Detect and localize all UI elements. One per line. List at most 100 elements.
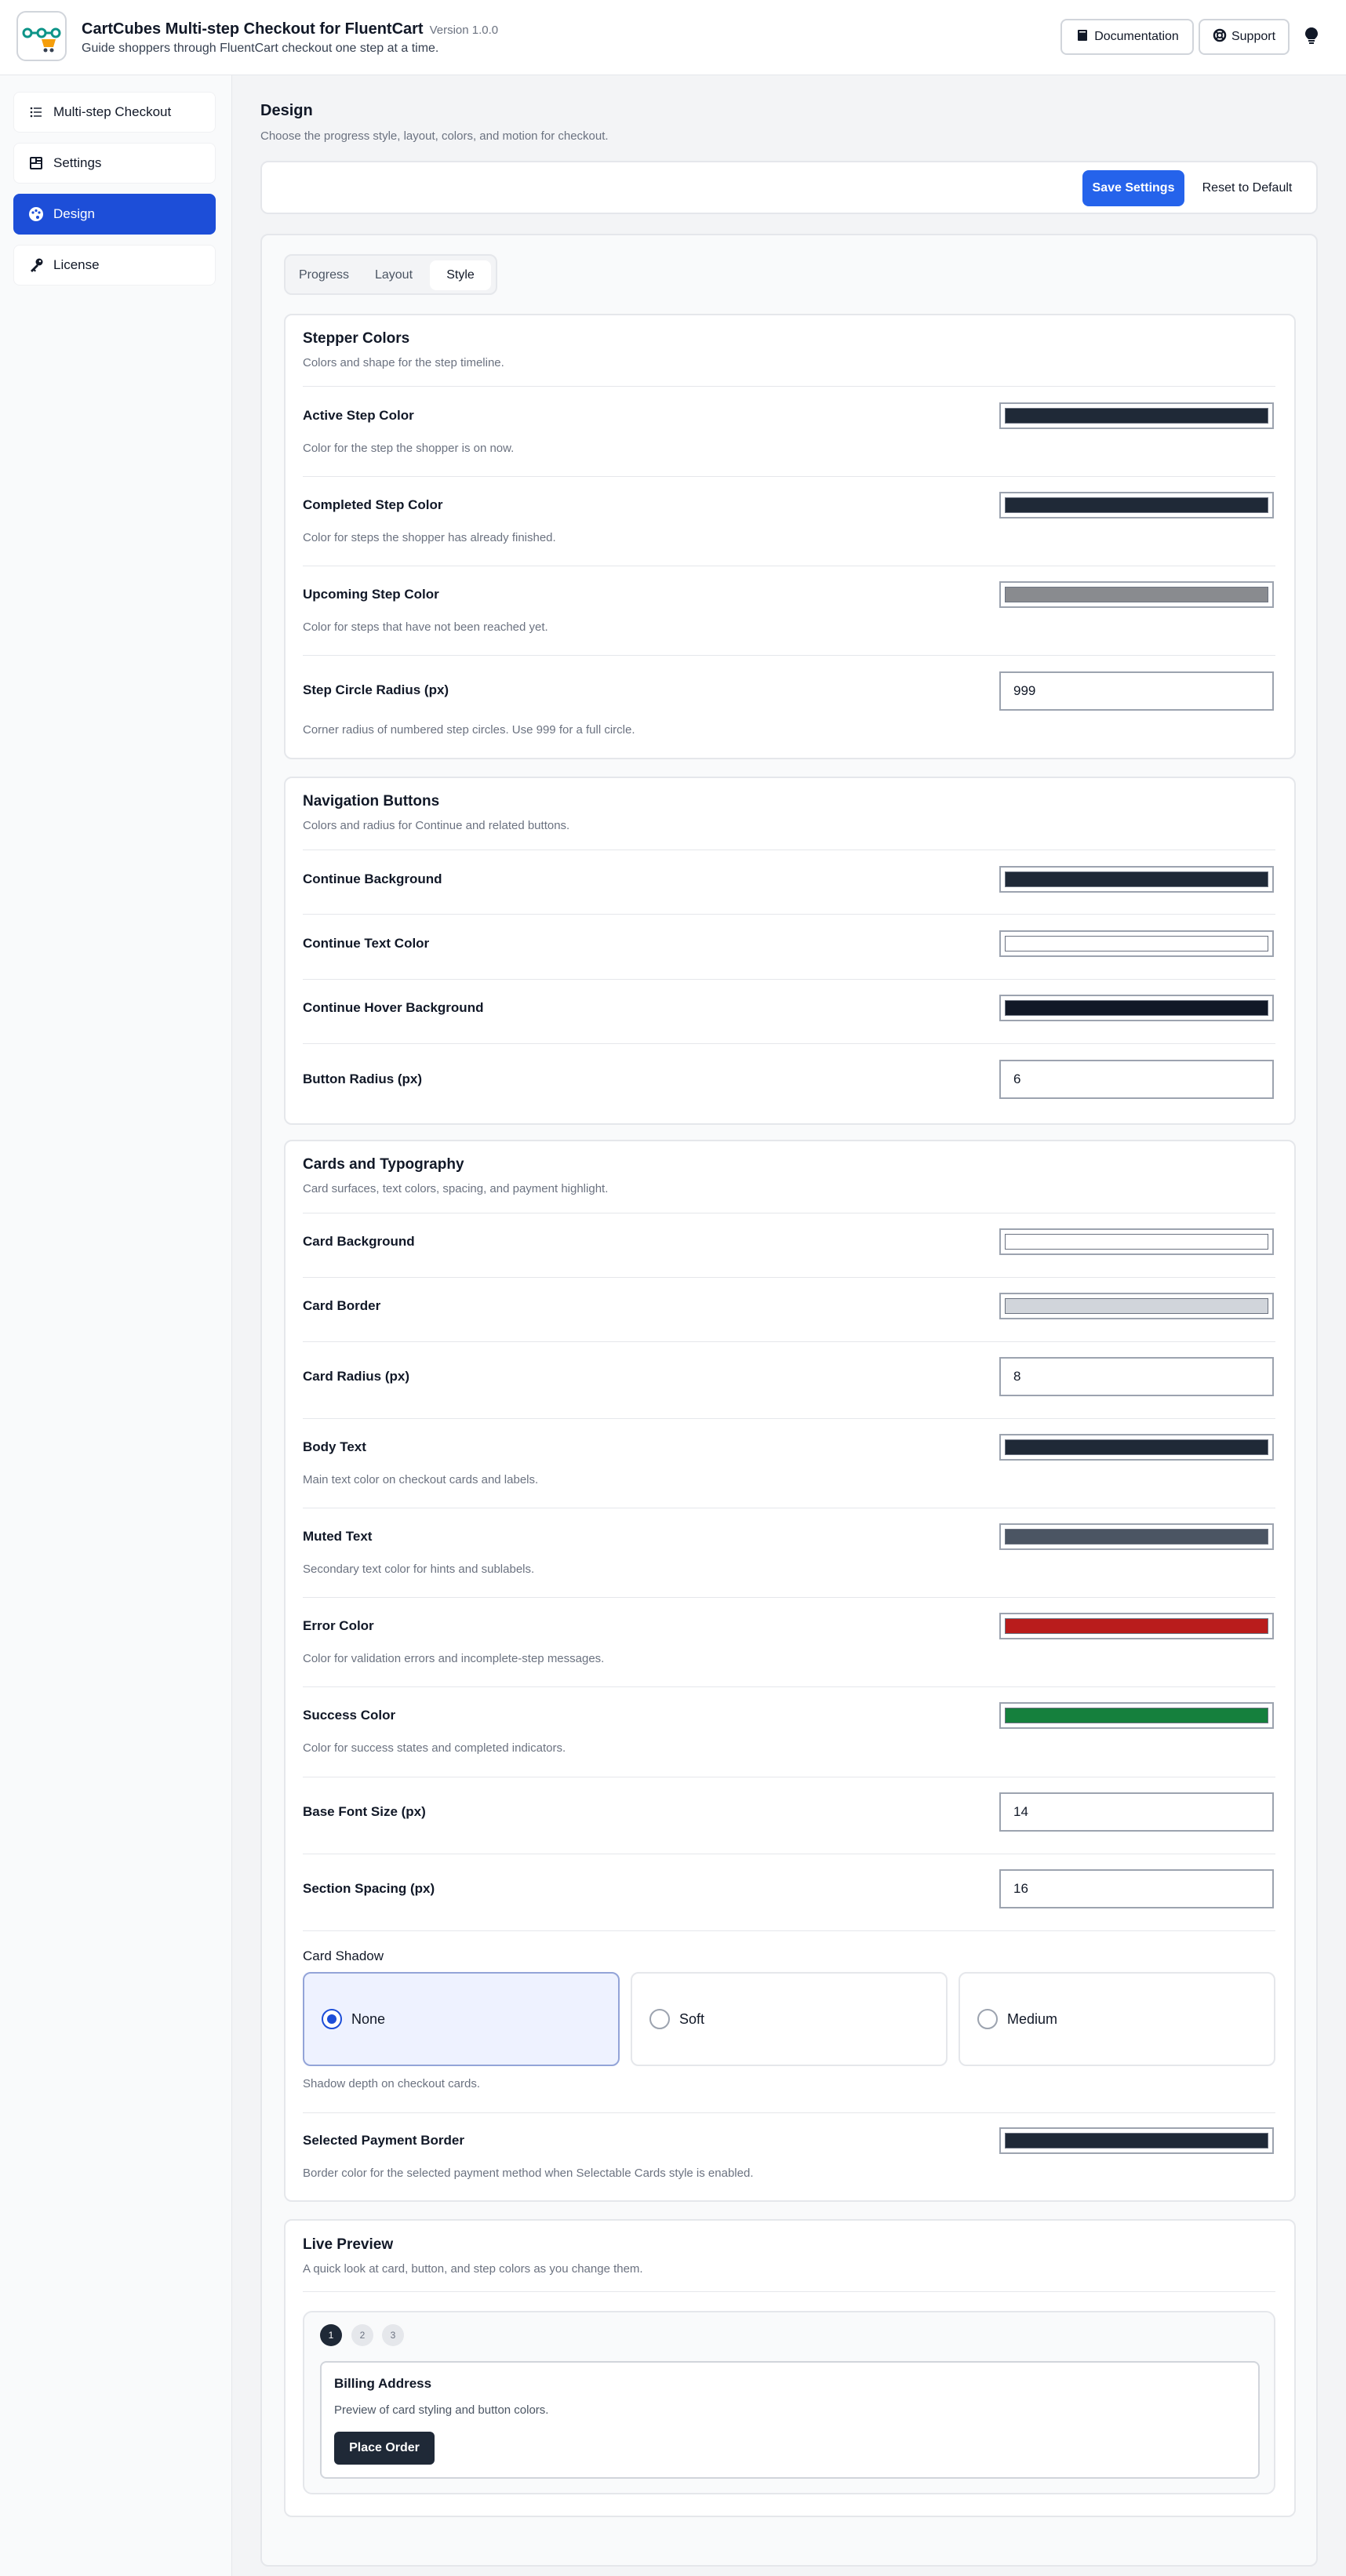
app-title: CartCubes Multi-step Checkout for Fluent…	[82, 20, 499, 38]
support-button[interactable]: Support	[1199, 19, 1290, 55]
shadow-option-medium[interactable]: Medium	[959, 1972, 1275, 2066]
field-label: Card Shadow	[303, 1948, 384, 1963]
radio-button[interactable]	[649, 2009, 670, 2029]
body-text-color-picker[interactable]	[999, 1434, 1274, 1461]
field-label: Base Font Size (px)	[303, 1804, 426, 1819]
divider	[303, 914, 1275, 915]
tab-style[interactable]: Style	[430, 260, 491, 290]
preview-card-subtitle: Preview of card styling and button color…	[334, 2403, 549, 2417]
color-swatch	[1005, 1529, 1268, 1545]
sidebar	[0, 75, 232, 2576]
active-step-color-picker[interactable]	[999, 402, 1274, 429]
tab-layout[interactable]: Layout	[361, 260, 427, 290]
base-font-size-input[interactable]: 14	[999, 1792, 1274, 1832]
continue-text-color-picker[interactable]	[999, 930, 1274, 957]
color-swatch	[1005, 1000, 1268, 1016]
sidebar-item-label: Design	[53, 206, 95, 221]
field-label: Card Radius (px)	[303, 1369, 410, 1384]
preview-card-title: Billing Address	[334, 2376, 432, 2391]
color-swatch	[1005, 1439, 1268, 1455]
page-title: Design	[260, 102, 313, 119]
key-icon	[28, 257, 44, 273]
field-help: Color for the step the shopper is on now…	[303, 442, 515, 455]
dashboard-icon	[28, 155, 44, 171]
section-spacing-input[interactable]: 16	[999, 1869, 1274, 1908]
color-swatch	[1005, 871, 1268, 887]
lightbulb-icon	[1304, 26, 1319, 49]
divider	[303, 1597, 1275, 1598]
divider	[303, 1341, 1275, 1342]
success-color-picker[interactable]	[999, 1702, 1274, 1729]
field-help: Color for steps the shopper has already …	[303, 531, 556, 544]
radio-button[interactable]	[322, 2009, 342, 2029]
divider	[303, 1277, 1275, 1278]
support-label: Support	[1231, 30, 1276, 43]
reset-to-default-button[interactable]: Reset to Default	[1188, 170, 1307, 206]
continue-background-color-picker[interactable]	[999, 866, 1274, 893]
radio-label: Medium	[1007, 2010, 1058, 2027]
divider	[303, 1686, 1275, 1687]
field-label: Muted Text	[303, 1529, 373, 1544]
sidebar-item-design[interactable]: Design	[13, 194, 216, 235]
divider	[303, 1043, 1275, 1044]
card-background-color-picker[interactable]	[999, 1228, 1274, 1255]
field-label: Button Radius (px)	[303, 1072, 423, 1086]
field-help: Color for validation errors and incomple…	[303, 1652, 605, 1665]
field-label: Success Color	[303, 1708, 396, 1723]
field-label: Step Circle Radius (px)	[303, 682, 449, 697]
card-subtitle: Card surfaces, text colors, spacing, and…	[303, 1182, 609, 1195]
radio-label: Soft	[679, 2010, 705, 2027]
step-circle-radius-input[interactable]: 999	[999, 671, 1274, 711]
divider	[303, 1930, 1275, 1931]
divider	[303, 979, 1275, 980]
design-tabs: Progress Layout Style	[284, 254, 497, 295]
lifebuoy-icon	[1213, 28, 1227, 46]
color-swatch	[1005, 1298, 1268, 1314]
selected-payment-border-color-picker[interactable]	[999, 2127, 1274, 2154]
sidebar-item-multi-step-checkout[interactable]: Multi-step Checkout	[13, 92, 216, 133]
shadow-option-soft[interactable]: Soft	[631, 1972, 948, 2066]
theme-toggle-button[interactable]	[1296, 19, 1327, 55]
card-subtitle: Colors and radius for Continue and relat…	[303, 819, 570, 832]
field-label: Card Border	[303, 1298, 381, 1313]
color-swatch	[1005, 1234, 1268, 1250]
tab-progress[interactable]: Progress	[290, 260, 358, 290]
sidebar-item-label: Settings	[53, 155, 102, 170]
save-settings-button[interactable]: Save Settings	[1082, 170, 1184, 206]
color-swatch	[1005, 497, 1268, 513]
sidebar-item-license[interactable]: License	[13, 245, 216, 286]
documentation-label: Documentation	[1094, 30, 1179, 43]
color-swatch	[1005, 1708, 1268, 1723]
error-color-picker[interactable]	[999, 1613, 1274, 1639]
button-radius-input[interactable]: 6	[999, 1060, 1274, 1099]
card-radius-input[interactable]: 8	[999, 1357, 1274, 1396]
color-swatch	[1005, 2133, 1268, 2148]
book-icon	[1075, 28, 1090, 46]
field-help: Color for steps that have not been reach…	[303, 620, 548, 634]
field-label: Selected Payment Border	[303, 2133, 464, 2148]
field-label: Section Spacing (px)	[303, 1881, 435, 1896]
sidebar-item-settings[interactable]: Settings	[13, 143, 216, 184]
divider	[303, 476, 1275, 477]
field-label: Continue Background	[303, 871, 442, 886]
divider	[303, 386, 1275, 387]
upcoming-step-color-picker[interactable]	[999, 581, 1274, 608]
continue-hover-background-color-picker[interactable]	[999, 995, 1274, 1021]
field-help: Corner radius of numbered step circles. …	[303, 723, 635, 737]
divider	[303, 1418, 1275, 1419]
radio-label: None	[351, 2010, 386, 2027]
field-label: Active Step Color	[303, 408, 414, 423]
card-title: Cards and Typography	[303, 1156, 464, 1173]
completed-step-color-picker[interactable]	[999, 492, 1274, 518]
field-label: Completed Step Color	[303, 497, 443, 512]
muted-text-color-picker[interactable]	[999, 1523, 1274, 1550]
card-border-color-picker[interactable]	[999, 1293, 1274, 1319]
shadow-option-none[interactable]: None	[303, 1972, 620, 2066]
radio-button[interactable]	[977, 2009, 998, 2029]
card-title: Stepper Colors	[303, 330, 410, 347]
card-subtitle: Colors and shape for the step timeline.	[303, 356, 504, 369]
divider	[303, 2112, 1275, 2113]
place-order-button[interactable]: Place Order	[334, 2432, 435, 2465]
version-label: Version 1.0.0	[429, 24, 499, 37]
documentation-button[interactable]: Documentation	[1060, 19, 1194, 55]
